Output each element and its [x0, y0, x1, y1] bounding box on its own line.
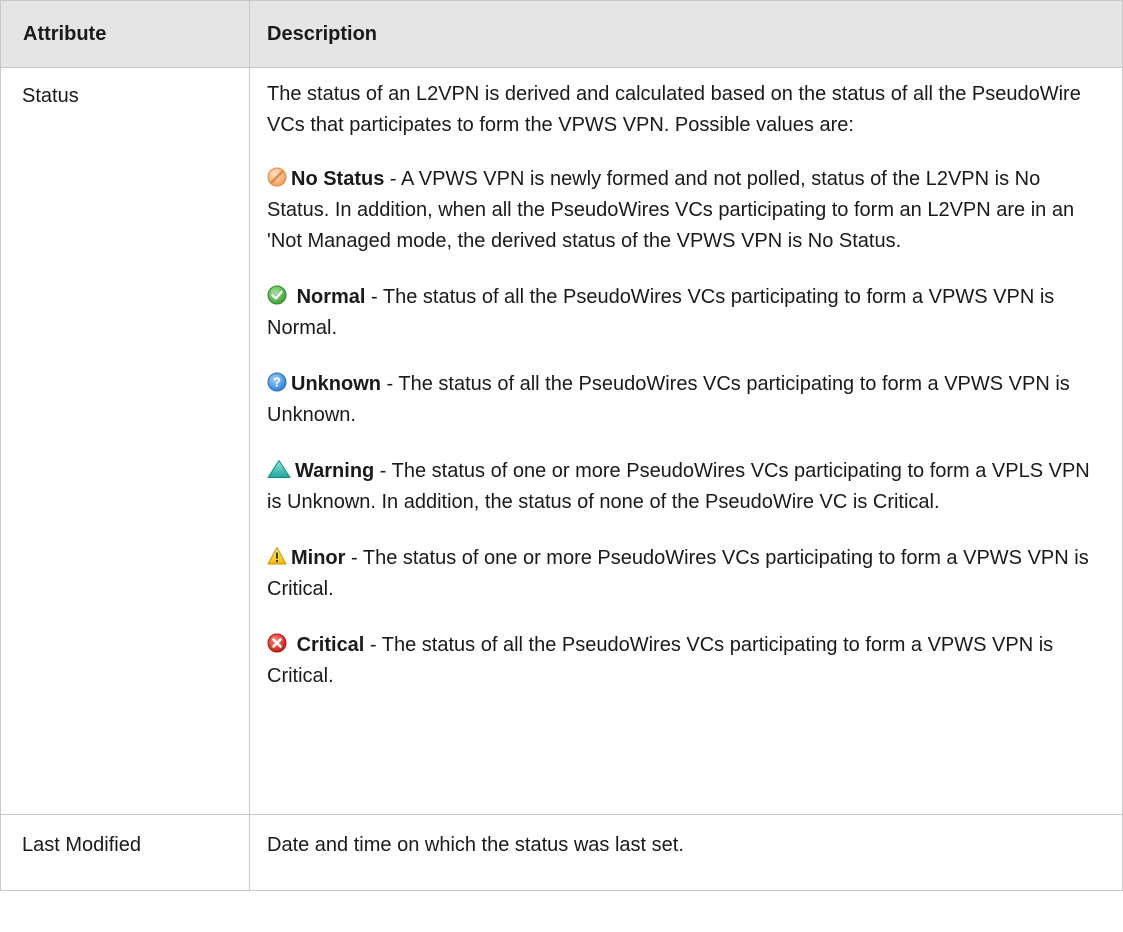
warning-icon — [267, 459, 291, 479]
status-text: - The status of all the PseudoWires VCs … — [267, 286, 1055, 339]
status-unknown: ? Unknown - The status of all the Pseudo… — [267, 369, 1108, 431]
status-intro: The status of an L2VPN is derived and ca… — [267, 83, 1081, 136]
status-critical: Critical - The status of all the PseudoW… — [267, 630, 1108, 692]
attribute-cell: Last Modified — [0, 814, 250, 891]
attribute-header: Attribute — [0, 0, 250, 68]
table-row-status: Status The status of an L2VPN is derived… — [0, 67, 1123, 815]
status-normal: Normal - The status of all the PseudoWir… — [267, 282, 1108, 344]
header-row: Attribute Description — [0, 0, 1123, 68]
status-name: Critical — [296, 634, 365, 656]
description-header: Description — [249, 0, 1123, 68]
normal-icon — [267, 285, 287, 305]
status-no-status: No Status - A VPWS VPN is newly formed a… — [267, 164, 1108, 257]
unknown-icon: ? — [267, 372, 287, 392]
status-text: - The status of all the PseudoWires VCs … — [267, 373, 1070, 426]
description-cell: Date and time on which the status was la… — [249, 814, 1123, 891]
attribute-cell: Status — [0, 67, 250, 815]
status-text: - A VPWS VPN is newly formed and not pol… — [267, 168, 1075, 252]
status-name: Unknown — [291, 373, 381, 395]
status-warning: Warning - The status of one or more Pseu… — [267, 456, 1108, 518]
status-text: - The status of all the PseudoWires VCs … — [267, 634, 1054, 687]
status-name: Minor — [291, 547, 346, 569]
attribute-table: Attribute Description Status The status … — [0, 0, 1123, 891]
status-name: Warning — [295, 460, 375, 482]
no-status-icon — [267, 167, 287, 187]
status-name: Normal — [296, 286, 366, 308]
svg-text:?: ? — [273, 375, 281, 390]
critical-icon — [267, 633, 287, 653]
minor-icon — [267, 546, 287, 566]
description-cell: The status of an L2VPN is derived and ca… — [249, 67, 1123, 815]
status-name: No Status — [291, 168, 385, 190]
table-row-last-modified: Last Modified Date and time on which the… — [0, 814, 1123, 891]
status-minor: Minor - The status of one or more Pseudo… — [267, 543, 1108, 605]
status-text: - The status of one or more PseudoWires … — [267, 547, 1089, 600]
status-text: - The status of one or more PseudoWires … — [267, 460, 1090, 513]
